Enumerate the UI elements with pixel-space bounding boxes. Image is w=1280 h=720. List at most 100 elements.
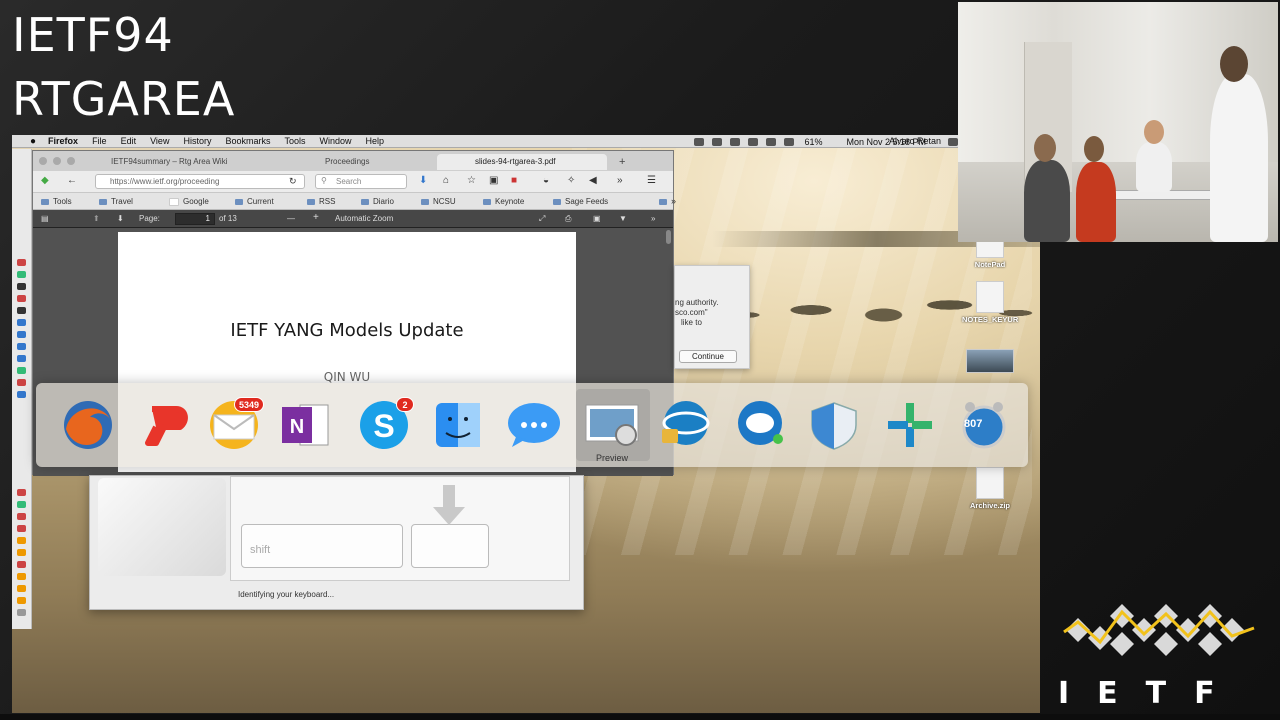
reader-icon[interactable]: ▣	[489, 176, 498, 186]
sidebar-icon[interactable]	[17, 513, 26, 520]
sidebar-icon[interactable]	[17, 331, 26, 338]
zoom-window-button[interactable]	[67, 157, 75, 165]
send-icon[interactable]: ◀	[589, 176, 597, 186]
sidebar-icon[interactable]	[17, 609, 26, 616]
bookmark-folder[interactable]: Travel	[99, 196, 133, 207]
url-bar[interactable]: https://www.ietf.org/proceeding	[95, 174, 305, 189]
sidebar-toggle-icon[interactable]: ▤	[41, 214, 49, 224]
sidebar-icon[interactable]	[17, 391, 26, 398]
download-icon[interactable]: ⬇	[419, 176, 427, 186]
reload-icon[interactable]: ↻	[289, 176, 297, 186]
app-anyconnect[interactable]	[652, 399, 716, 451]
sidebar-icon[interactable]	[17, 561, 26, 568]
toolbar-overflow-icon[interactable]: »	[617, 176, 623, 186]
print-icon[interactable]: ⎙	[565, 214, 571, 224]
sidebar-icon[interactable]	[17, 283, 26, 290]
previous-page-icon[interactable]: ⬆	[93, 214, 100, 224]
volume-icon[interactable]	[784, 137, 795, 146]
fullscreen-icon[interactable]: ⤢	[539, 214, 545, 224]
menu-tools[interactable]: Tools	[284, 136, 305, 146]
pocket-toolbar-icon[interactable]: ◒	[543, 176, 549, 186]
menu-edit[interactable]: Edit	[121, 136, 137, 146]
bookmark-folder[interactable]: RSS	[307, 196, 335, 207]
app-security[interactable]	[802, 399, 866, 451]
continue-button[interactable]: Continue	[679, 350, 737, 363]
sidebar-icon[interactable]	[17, 307, 26, 314]
menu-help[interactable]: Help	[366, 136, 385, 146]
sidebar-icon[interactable]	[17, 573, 26, 580]
app-webex[interactable]	[878, 399, 942, 451]
scrollbar[interactable]	[666, 230, 671, 244]
sidebar-icon[interactable]	[17, 319, 26, 326]
bookmark-folder[interactable]: Diario	[361, 196, 394, 207]
app-firefox[interactable]	[56, 399, 120, 451]
desktop-icon-archive[interactable]: Archive.zip	[962, 467, 1018, 510]
app-jabber[interactable]	[728, 399, 792, 451]
extension-icon[interactable]	[694, 137, 705, 146]
sidebar-icon[interactable]	[17, 597, 26, 604]
sidebar-icon[interactable]	[17, 585, 26, 592]
sidebar-icon[interactable]	[17, 367, 26, 374]
menu-history[interactable]: History	[183, 136, 211, 146]
bookmark-folder[interactable]: NCSU	[421, 196, 456, 207]
new-tab-button[interactable]: +	[611, 154, 631, 170]
extension-icon[interactable]: ◆	[41, 176, 49, 186]
app-messages[interactable]	[502, 399, 566, 451]
sidebar-icon[interactable]	[17, 295, 26, 302]
app-preview[interactable]	[580, 399, 644, 451]
app-onenote[interactable]: N	[276, 399, 340, 451]
sidebar-icon[interactable]	[17, 379, 26, 386]
sidebar-icon[interactable]	[17, 525, 26, 532]
bookmark-folder[interactable]: Keynote	[483, 196, 524, 207]
menu-file[interactable]: File	[92, 136, 107, 146]
bookmark-folder[interactable]: Tools	[41, 196, 72, 207]
bookmark-icon[interactable]: ▼	[619, 214, 627, 224]
user-menu[interactable]: Alvaro Retan	[889, 135, 941, 148]
sidebar-icon[interactable]	[17, 355, 26, 362]
hamburger-menu-icon[interactable]: ☰	[647, 176, 656, 186]
sidebar-icon[interactable]	[17, 343, 26, 350]
tab-wiki[interactable]: IETF94summary – Rtg Area Wiki	[103, 154, 263, 170]
next-page-icon[interactable]: ⬇	[117, 214, 124, 224]
app-pocket[interactable]	[132, 399, 196, 451]
app-skype[interactable]: S 2	[352, 397, 416, 451]
extension-red-icon[interactable]: ■	[511, 176, 517, 186]
sidebar-icon[interactable]	[17, 549, 26, 556]
sidebar-icon[interactable]	[17, 259, 26, 266]
zoom-in-button[interactable]: +	[313, 213, 319, 223]
home-icon[interactable]: ⌂	[443, 176, 449, 186]
menu-view[interactable]: View	[150, 136, 169, 146]
menu-window[interactable]: Window	[320, 136, 352, 146]
battery-percent[interactable]: 61%	[804, 137, 822, 147]
app-alarm[interactable]: 807	[952, 399, 1016, 451]
bluetooth-icon[interactable]	[766, 137, 777, 146]
bookmark-folder[interactable]: Sage Feeds	[553, 196, 608, 207]
zoom-select[interactable]: Automatic Zoom	[335, 214, 393, 224]
desktop-icon-notepad[interactable]: NotePad	[962, 240, 1018, 269]
camera-icon[interactable]	[712, 137, 723, 146]
zoom-out-button[interactable]: —	[287, 214, 295, 224]
tools-overflow-icon[interactable]: »	[651, 214, 655, 224]
desktop-icon-notes[interactable]: NOTES_KEYUR	[962, 281, 1018, 324]
bookmark-link[interactable]: Google	[169, 196, 209, 207]
menu-bookmarks[interactable]: Bookmarks	[225, 136, 270, 146]
search-input[interactable]: Search	[315, 174, 407, 189]
tab-slides-pdf[interactable]: slides-94-rtgarea-3.pdf	[437, 154, 607, 170]
app-mail[interactable]: 5349	[204, 397, 268, 451]
sidebar-icon[interactable]	[17, 501, 26, 508]
minimize-window-button[interactable]	[53, 157, 61, 165]
sidebar-icon[interactable]	[17, 489, 26, 496]
save-icon[interactable]: ▣	[593, 214, 601, 224]
app-finder[interactable]	[426, 399, 490, 451]
sidebar-icon[interactable]	[17, 271, 26, 278]
chat-icon[interactable]: ✧	[567, 176, 575, 186]
wifi-icon[interactable]	[748, 137, 759, 146]
menu-app[interactable]: Firefox	[48, 136, 78, 146]
dropbox-icon[interactable]	[730, 137, 741, 146]
apple-menu-icon[interactable]: ●	[30, 136, 36, 147]
tab-proceedings[interactable]: Proceedings	[317, 154, 437, 170]
bookmarks-overflow[interactable]: »	[659, 196, 676, 207]
keyboard-icon[interactable]	[948, 137, 958, 146]
back-button-icon[interactable]: ←	[67, 176, 77, 186]
page-number-input[interactable]: 1	[175, 213, 215, 225]
